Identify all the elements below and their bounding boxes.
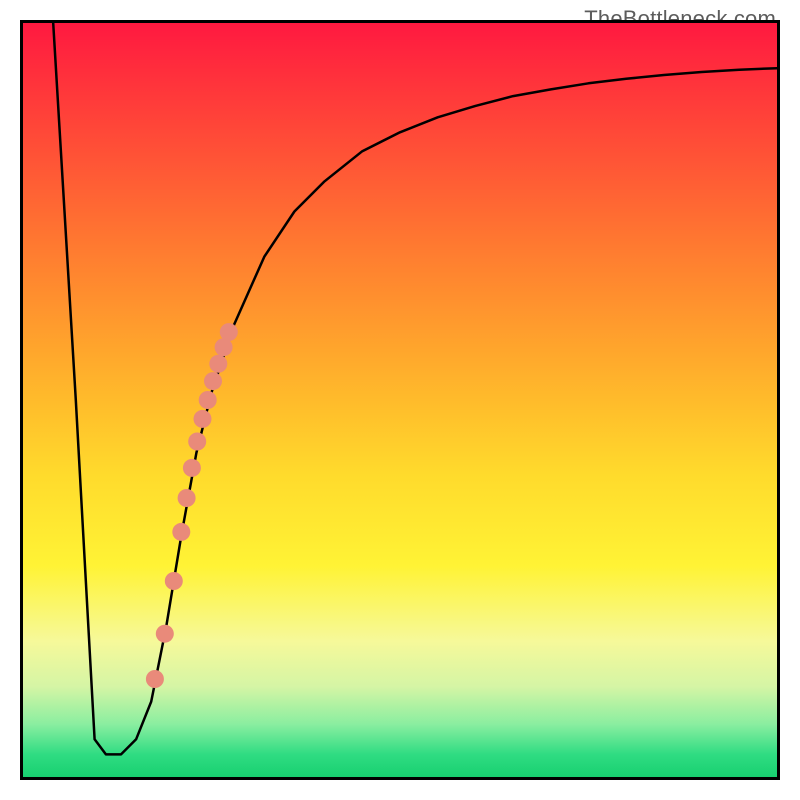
chart-container: TheBottleneck.com	[0, 0, 800, 800]
plot-area	[20, 20, 780, 780]
data-marker	[172, 523, 190, 541]
data-marker	[156, 625, 174, 643]
bottleneck-curve	[53, 23, 777, 754]
data-marker	[188, 433, 206, 451]
data-marker	[178, 489, 196, 507]
data-marker	[199, 391, 217, 409]
chart-svg	[23, 23, 777, 777]
data-marker	[194, 410, 212, 428]
data-marker	[183, 459, 201, 477]
data-marker	[165, 572, 183, 590]
data-marker	[209, 355, 227, 373]
data-marker	[204, 372, 222, 390]
data-markers	[146, 323, 238, 688]
data-marker	[146, 670, 164, 688]
data-marker	[220, 323, 238, 341]
